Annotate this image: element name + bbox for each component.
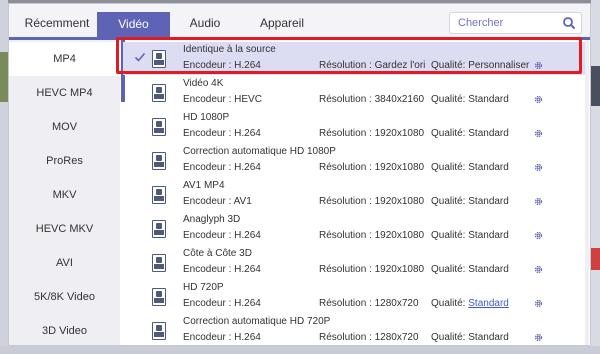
- format-resolution: Résolution : 1280x720: [319, 298, 419, 309]
- format-resolution: Résolution : 1920x1080: [319, 196, 425, 207]
- 720p-icon: [152, 322, 166, 340]
- format-quality: Qualité: Standard: [431, 264, 509, 275]
- gear-icon[interactable]: [533, 196, 544, 207]
- 720p-icon: [152, 288, 166, 306]
- format-encoder: Encodeur : H.264: [183, 298, 261, 309]
- background-thumbnail: [0, 52, 8, 102]
- format-resolution: Résolution : 1280x720: [319, 332, 419, 343]
- gear-icon[interactable]: [533, 230, 544, 241]
- format-encoder: Encodeur : HEVC: [183, 94, 262, 105]
- 4k-icon: [152, 84, 166, 102]
- format-row[interactable]: HD 1080P Encodeur : H.264 Résolution : 1…: [123, 110, 585, 143]
- 3d-icon: [152, 254, 166, 272]
- quality-label: Qualité:: [431, 298, 469, 309]
- sidebar-item-prores[interactable]: ProRes: [9, 144, 120, 178]
- format-quality: Qualité: Standard: [431, 230, 509, 241]
- format-name: AV1 MP4: [183, 180, 225, 191]
- format-quality: Qualité: Standard: [431, 298, 509, 309]
- 1080p-icon: [152, 118, 166, 136]
- 1080p-icon: [152, 152, 166, 170]
- format-list-scrollbar[interactable]: [585, 40, 589, 345]
- format-encoder: Encodeur : AV1: [183, 196, 252, 207]
- format-category-sidebar: MP4 HEVC MP4 MOV ProRes MKV HEVC MKV AVI…: [9, 40, 120, 345]
- search-box: [449, 12, 582, 34]
- format-row[interactable]: Correction automatique HD 720P Encodeur …: [123, 314, 585, 347]
- sidebar-item-mkv[interactable]: MKV: [9, 178, 120, 212]
- format-quality: Qualité: Personnaliser: [431, 60, 530, 71]
- gear-icon[interactable]: [533, 94, 544, 105]
- format-resolution: Résolution : 3840x2160: [319, 94, 425, 105]
- sidebar-item-mp4[interactable]: MP4: [9, 42, 120, 76]
- sidebar-item-3d-video[interactable]: 3D Video: [9, 314, 120, 348]
- search-input[interactable]: [450, 13, 560, 33]
- format-resolution: Résolution : 1920x1080: [319, 162, 425, 173]
- gear-icon[interactable]: [533, 128, 544, 139]
- checkmark-icon: [134, 52, 146, 62]
- sidebar-item-mov[interactable]: MOV: [9, 110, 120, 144]
- search-icon[interactable]: [562, 16, 576, 30]
- format-quality: Qualité: Standard: [431, 94, 509, 105]
- format-resolution: Résolution : Gardez l'original: [319, 60, 425, 71]
- sidebar-item-5k8k-video[interactable]: 5K/8K Video: [9, 280, 120, 314]
- format-row[interactable]: AV1 MP4 Encodeur : AV1 Résolution : 1920…: [123, 178, 585, 211]
- format-name: HD 720P: [183, 282, 224, 293]
- format-row[interactable]: Identique à la source Encodeur : H.264 R…: [123, 42, 585, 75]
- format-row[interactable]: Vidéo 4K Encodeur : HEVC Résolution : 38…: [123, 76, 585, 109]
- format-encoder: Encodeur : H.264: [183, 60, 261, 71]
- format-row[interactable]: Côte à Côte 3D Encodeur : H.264 Résoluti…: [123, 246, 585, 279]
- format-list: Identique à la source Encodeur : H.264 R…: [123, 40, 590, 345]
- background-app-right: [591, 0, 600, 354]
- format-encoder: Encodeur : H.264: [183, 230, 261, 241]
- format-name: Vidéo 4K: [183, 78, 224, 89]
- format-quality: Qualité: Standard: [431, 196, 509, 207]
- format-encoder: Encodeur : H.264: [183, 264, 261, 275]
- quality-link[interactable]: Standard: [468, 298, 509, 309]
- format-quality: Qualité: Standard: [431, 128, 509, 139]
- tab-video[interactable]: Vidéo: [97, 12, 170, 37]
- format-row[interactable]: Anaglyph 3D Encodeur : H.264 Résolution …: [123, 212, 585, 245]
- background-marker-red: [591, 248, 600, 270]
- format-name: Correction automatique HD 1080P: [183, 146, 336, 157]
- format-name: Correction automatique HD 720P: [183, 316, 331, 327]
- format-resolution: Résolution : 1920x1080: [319, 264, 425, 275]
- format-name: Identique à la source: [183, 44, 276, 55]
- gear-icon[interactable]: [533, 298, 544, 309]
- format-encoder: Encodeur : H.264: [183, 162, 261, 173]
- tab-audio[interactable]: Audio: [181, 10, 229, 37]
- background-marker: [591, 66, 600, 106]
- format-name: HD 1080P: [183, 112, 230, 123]
- format-row[interactable]: Correction automatique HD 1080P Encodeur…: [123, 144, 585, 177]
- gear-icon[interactable]: [533, 60, 544, 71]
- 3d-icon: [152, 220, 166, 238]
- format-quality: Qualité: Standard: [431, 332, 509, 343]
- format-name: Côte à Côte 3D: [183, 248, 252, 259]
- tab-device[interactable]: Appareil: [253, 10, 311, 37]
- file-copy-icon: [152, 50, 166, 68]
- gear-icon[interactable]: [533, 162, 544, 173]
- tab-recent[interactable]: Récemment: [17, 10, 97, 37]
- format-resolution: Résolution : 1920x1080: [319, 128, 425, 139]
- gear-icon[interactable]: [533, 332, 544, 343]
- format-quality: Qualité: Standard: [431, 162, 509, 173]
- format-encoder: Encodeur : H.264: [183, 128, 261, 139]
- sidebar-item-hevc-mkv[interactable]: HEVC MKV: [9, 212, 120, 246]
- sidebar-item-hevc-mp4[interactable]: HEVC MP4: [9, 76, 120, 110]
- format-picker-panel: Récemment Vidéo Audio Appareil MP4 HEVC …: [8, 3, 591, 346]
- sidebar-item-avi[interactable]: AVI: [9, 246, 120, 280]
- format-name: Anaglyph 3D: [183, 214, 241, 225]
- format-resolution: Résolution : 1920x1080: [319, 230, 425, 241]
- format-encoder: Encodeur : H.264: [183, 332, 261, 343]
- tab-bar: Récemment Vidéo Audio Appareil: [9, 4, 590, 40]
- format-row[interactable]: HD 720P Encodeur : H.264 Résolution : 12…: [123, 280, 585, 313]
- gear-icon[interactable]: [533, 264, 544, 275]
- av1-icon: [152, 186, 166, 204]
